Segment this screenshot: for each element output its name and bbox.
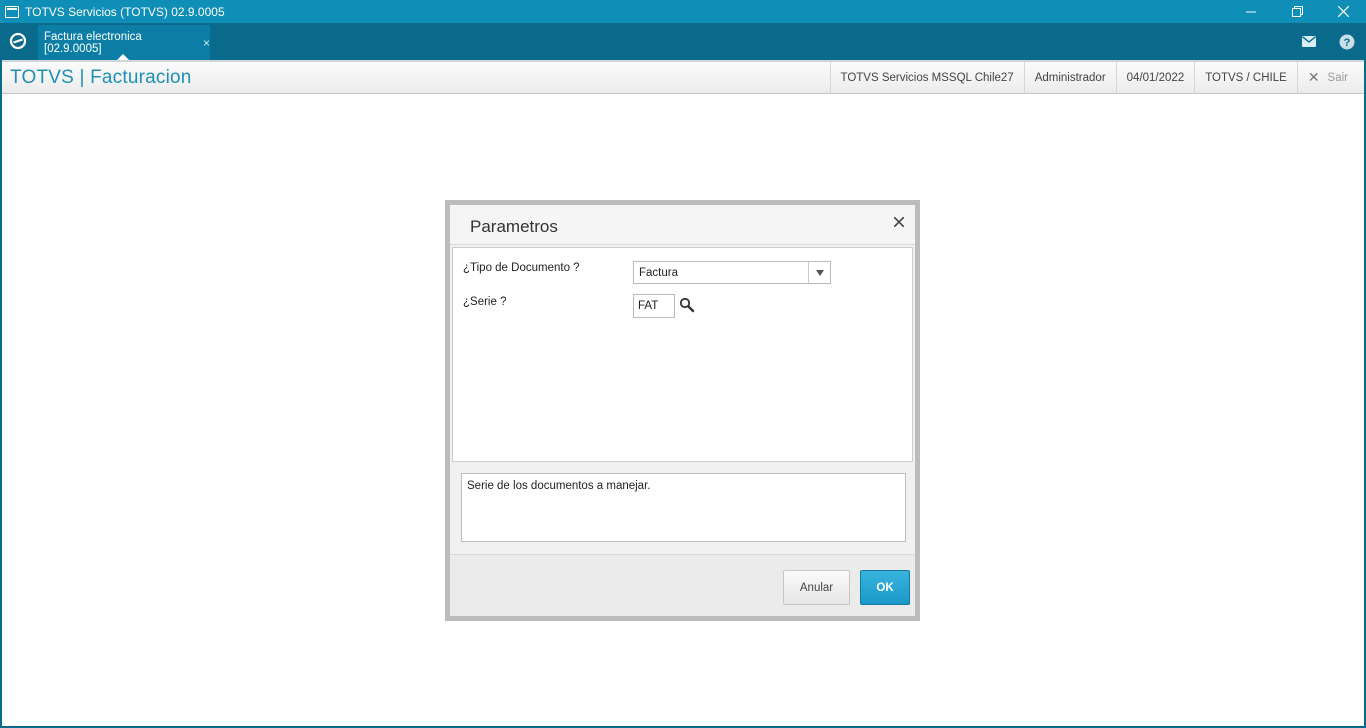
restore-icon[interactable] [1274,0,1320,23]
app-window-icon [5,5,19,18]
tab-label: Factura electronica [02.9.0005] [44,30,142,55]
tipo-documento-value: Factura [639,267,678,279]
tipo-documento-label: ¿Tipo de Documento ? [463,262,580,274]
module-brand-title: TOTVS | Facturacion [10,67,192,88]
window-controls [1228,0,1366,23]
parameters-dialog: Parametros ¿Tipo de Documento ? Factura … [445,200,920,621]
dialog-body: Parametros ¿Tipo de Documento ? Factura … [450,205,915,616]
window-title-bar: TOTVS Servicios (TOTVS) 02.9.0005 [0,0,1366,23]
tipo-documento-select[interactable]: Factura [633,261,831,284]
close-icon[interactable] [1320,0,1366,23]
serie-input[interactable] [633,294,675,318]
company-info[interactable]: TOTVS / CHILE [1194,62,1297,93]
serie-label: ¿Serie ? [463,296,507,308]
date-info[interactable]: 04/01/2022 [1115,62,1195,93]
module-header: TOTVS | Facturacion TOTVS Servicios MSSQ… [2,60,1364,94]
tab-close-icon[interactable]: × [203,36,210,50]
top-right-actions: ? [1290,23,1366,60]
exit-icon: ✕ [1307,69,1320,85]
window-frame-left [0,60,2,728]
ok-button[interactable]: OK [860,570,910,605]
environment-info[interactable]: TOTVS Servicios MSSQL Chile27 [829,62,1024,93]
parameter-help-text: Serie de los documentos a manejar. [461,473,906,542]
exit-button[interactable]: ✕ Sair [1296,62,1364,93]
search-icon[interactable] [679,297,695,313]
cancel-button[interactable]: Anular [783,570,850,605]
app-tab-bar: Factura electronica [02.9.0005] × ? [0,23,1366,60]
dialog-header: Parametros [450,205,915,245]
dialog-title: Parametros [470,217,558,236]
user-info[interactable]: Administrador [1023,62,1116,93]
help-icon[interactable]: ? [1328,23,1366,60]
mail-icon[interactable] [1290,23,1328,60]
dialog-close-icon[interactable] [891,214,907,230]
chevron-down-icon[interactable] [808,262,830,283]
session-info: TOTVS Servicios MSSQL Chile27 Administra… [829,62,1365,93]
dialog-footer: Anular OK [450,554,915,616]
parameters-panel: ¿Tipo de Documento ? Factura ¿Serie ? [452,247,913,462]
minimize-icon[interactable] [1228,0,1274,23]
exit-label: Sair [1327,71,1348,84]
svg-text:?: ? [1344,37,1351,49]
totvs-logo-icon[interactable] [6,29,30,53]
window-title: TOTVS Servicios (TOTVS) 02.9.0005 [25,4,225,19]
